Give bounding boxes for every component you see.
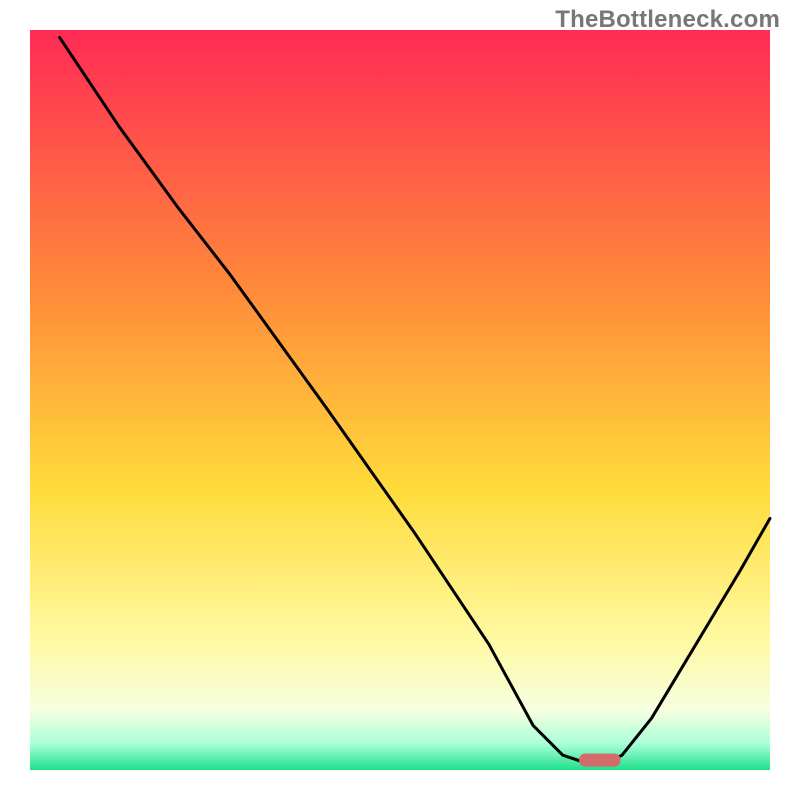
gradient-background (30, 30, 770, 770)
attribution-text: TheBottleneck.com (555, 6, 780, 34)
bottleneck-chart (30, 30, 770, 770)
optimal-marker (579, 754, 620, 767)
